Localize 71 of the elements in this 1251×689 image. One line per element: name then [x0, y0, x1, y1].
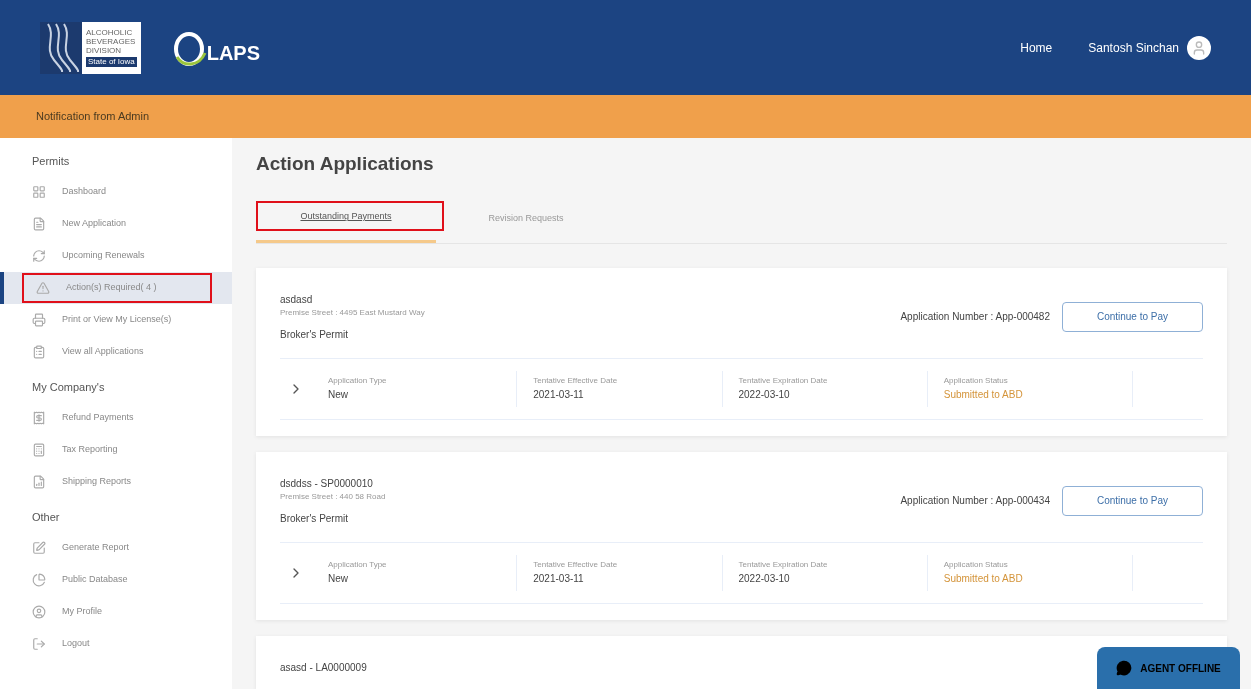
continue-to-pay-button[interactable]: Continue to Pay — [1062, 301, 1203, 332]
sidebar-item[interactable]: Logout — [0, 628, 232, 660]
application-title: dsddss - SP0000010 — [280, 476, 373, 491]
avatar-icon[interactable] — [1187, 35, 1211, 60]
logout-icon — [32, 637, 46, 651]
warning-icon — [36, 281, 50, 295]
detail-label: Application Type — [328, 375, 387, 387]
calculator-icon — [32, 443, 46, 457]
logo-text: ALCOHOLIC — [86, 28, 134, 37]
application-number: Application Number : App-000434 — [900, 494, 1050, 508]
sidebar-item[interactable]: Refund Payments — [0, 402, 232, 434]
continue-to-pay-button[interactable]: Continue to Pay — [1062, 485, 1203, 516]
detail-label: Tentative Effective Date — [533, 375, 618, 387]
detail-label: Application Status — [943, 559, 1008, 571]
clipboard-icon — [32, 345, 46, 359]
logo-text: DIVISION — [86, 46, 123, 55]
brand-name: LAPS — [206, 42, 261, 63]
detail-value: 2022-03-10 — [738, 572, 790, 586]
detail-label: Tentative Expiration Date — [738, 559, 828, 571]
detail-label: Application Type — [328, 559, 387, 571]
sidebar-item[interactable]: New Application — [0, 208, 232, 240]
detail-value: New — [328, 572, 348, 586]
wave-lines-icon — [40, 21, 82, 74]
application-title: asdasd — [280, 292, 313, 307]
refresh-icon — [32, 249, 46, 263]
detail-label: Application Status — [943, 375, 1008, 387]
detail-label: Tentative Expiration Date — [738, 375, 828, 387]
premise-street: Premise Street : 440 58 Road — [280, 490, 386, 503]
status-value: Submitted to ABD — [943, 388, 1023, 402]
permit-type: Broker's Permit — [280, 327, 349, 342]
form-icon — [32, 217, 46, 231]
chat-bubble-icon — [1116, 660, 1133, 676]
application-title: asasd - LA0000009 — [280, 660, 367, 675]
logo-text: BEVERAGES — [86, 37, 137, 46]
sidebar-item[interactable]: Print or View My License(s) — [0, 304, 232, 336]
sidebar-item[interactable]: Dashboard — [0, 176, 232, 208]
tab[interactable]: Outstanding Payments — [256, 194, 436, 243]
section-heading: My Company's — [31, 379, 106, 395]
detail-label: Tentative Effective Date — [533, 559, 618, 571]
tab[interactable]: Revision Requests — [436, 194, 616, 243]
section-heading: Permits — [31, 153, 71, 169]
page-title: Action Applications — [256, 152, 434, 176]
section-heading: Other — [31, 509, 61, 525]
notification-text[interactable]: Notification from Admin — [36, 108, 150, 125]
premise-street: Premise Street : 4495 East Mustard Way — [280, 306, 425, 319]
home-link[interactable]: Home — [1020, 38, 1053, 57]
user-name[interactable]: Santosh Sinchan — [1088, 38, 1179, 57]
report-icon — [32, 475, 46, 489]
permit-type: Broker's Permit — [280, 511, 349, 526]
edit-icon — [32, 541, 46, 555]
sidebar-item[interactable]: View all Applications — [0, 336, 232, 368]
pie-chart-icon — [32, 573, 46, 587]
sidebar-item[interactable]: My Profile — [0, 596, 232, 628]
grid-icon — [32, 185, 46, 199]
user-circle-icon — [32, 605, 46, 619]
status-value: Submitted to ABD — [943, 572, 1023, 586]
application-number: Application Number : App-000482 — [900, 310, 1050, 324]
sidebar-item[interactable]: Tax Reporting — [0, 434, 232, 466]
sidebar-item[interactable]: Public Database — [0, 564, 232, 596]
receipt-icon — [32, 411, 46, 425]
chat-button[interactable]: AGENT OFFLINE — [1097, 647, 1240, 689]
sidebar-item[interactable]: Shipping Reports — [0, 466, 232, 498]
sidebar-item[interactable]: Generate Report — [0, 532, 232, 564]
detail-value: 2021-03-11 — [533, 388, 584, 402]
sidebar-item[interactable]: Upcoming Renewals — [0, 240, 232, 272]
printer-icon — [32, 313, 46, 327]
logo-state-text: State of Iowa — [86, 57, 137, 67]
detail-value: 2022-03-10 — [738, 388, 790, 402]
detail-value: New — [328, 388, 348, 402]
sidebar-item[interactable]: Action(s) Required( 4 ) — [0, 272, 232, 304]
detail-value: 2021-03-11 — [533, 572, 584, 586]
